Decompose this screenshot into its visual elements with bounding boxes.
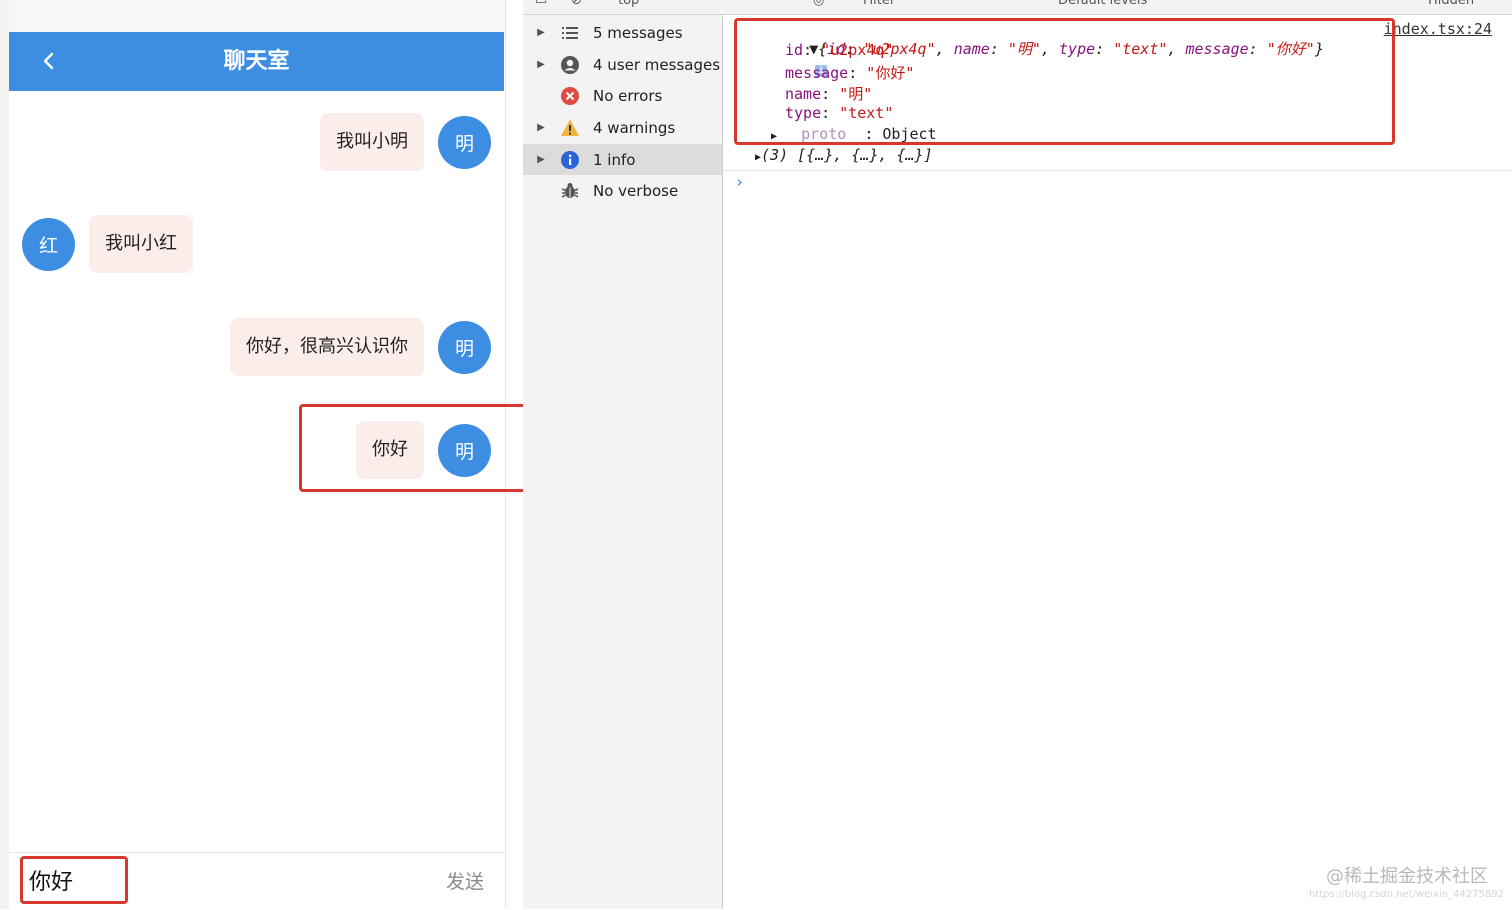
panel-layout-icon[interactable]: ▭ <box>535 0 547 8</box>
sidebar-item-label: 4 user messages <box>593 55 721 74</box>
chat-header: 聊天室 <box>9 32 504 91</box>
message-bubble: 你好 <box>356 421 424 479</box>
message-bubble: 你好，很高兴认识你 <box>230 318 424 376</box>
levels-dropdown[interactable]: Default levels <box>1058 0 1147 8</box>
sidebar-item-warnings[interactable]: ▶ 4 warnings <box>523 112 722 143</box>
message-row: 你好，很高兴认识你 明 <box>230 318 491 376</box>
avatar[interactable]: 明 <box>438 320 491 374</box>
sidebar-item-errors[interactable]: No errors <box>523 80 722 111</box>
expand-arrow-icon[interactable]: ▶ <box>531 122 551 133</box>
console-separator <box>723 170 1512 171</box>
devtools-console-panel: ▭ ⊘ top ◎ Filter Default levels Hidden ▶… <box>523 0 1512 909</box>
chat-title: 聊天室 <box>223 49 290 74</box>
input-bar: 发送 <box>9 852 504 910</box>
hidden-count: Hidden <box>1428 0 1475 8</box>
sidebar-item-label: No verbose <box>593 181 679 200</box>
prop-id: id: "u2px4q" <box>785 41 894 59</box>
sidebar-item-user-messages[interactable]: ▶ 4 user messages <box>523 49 722 80</box>
info-icon <box>559 149 581 171</box>
console-prompt-icon[interactable]: › <box>735 173 744 191</box>
message-row: 红 我叫小红 <box>22 215 193 273</box>
error-icon <box>559 85 581 107</box>
bug-icon <box>559 180 581 202</box>
devtools-toolbar: ▭ ⊘ top ◎ Filter Default levels Hidden <box>523 0 1512 15</box>
sidebar-item-verbose[interactable]: No verbose <box>523 175 722 206</box>
expand-arrow-icon[interactable]: ▶ <box>531 27 551 38</box>
message-bubble: 我叫小红 <box>89 215 193 273</box>
log-array-summary[interactable]: ▶(3) [{…}, {…}, {…}] <box>755 146 933 164</box>
prop-type: type: "text" <box>785 104 894 122</box>
sidebar-item-label: 4 warnings <box>593 118 676 137</box>
message-bubble: 我叫小明 <box>320 113 424 171</box>
prop-message: message: "你好" <box>785 64 915 82</box>
source-link[interactable]: index.tsx:24 <box>1384 20 1492 38</box>
watermark-url: https://blog.csdn.net/weixin_44275892 <box>1308 889 1504 900</box>
message-row: 你好 明 <box>356 421 491 479</box>
filter-input[interactable]: Filter <box>863 0 895 8</box>
user-icon <box>559 54 581 76</box>
avatar[interactable]: 明 <box>438 115 491 169</box>
prop-name: name: "明" <box>785 85 873 103</box>
message-input[interactable] <box>21 859 141 901</box>
avatar[interactable]: 红 <box>22 217 75 271</box>
message-row: 我叫小明 明 <box>320 113 491 171</box>
expand-arrow-icon[interactable]: ▶ <box>531 154 551 165</box>
settings-icon[interactable]: ◎ <box>813 0 824 8</box>
chat-phone-view: 聊天室 我叫小明 明 红 我叫小红 你好，很高兴认识你 明 你好 明 发送 <box>9 0 506 910</box>
console-sidebar: ▶ 5 messages ▶ 4 user messages No errors… <box>523 15 723 909</box>
context-selector[interactable]: top <box>618 0 639 8</box>
sidebar-item-label: No errors <box>593 86 663 105</box>
warning-icon <box>559 117 581 139</box>
sidebar-item-messages[interactable]: ▶ 5 messages <box>523 17 722 48</box>
prop-proto[interactable]: ▶ __proto__: Object <box>771 125 937 143</box>
sidebar-item-label: 5 messages <box>593 23 683 42</box>
list-icon <box>559 22 581 44</box>
sidebar-item-info[interactable]: ▶ 1 info <box>523 144 722 175</box>
console-output: index.tsx:24 ▼{id: "u2px4q", name: "明", … <box>723 15 1512 909</box>
expand-arrow-icon[interactable]: ▶ <box>531 59 551 70</box>
sidebar-item-label: 1 info <box>593 150 636 169</box>
phone-gutter <box>0 0 9 909</box>
avatar[interactable]: 明 <box>438 423 491 477</box>
watermark: @稀土掘金技术社区 <box>1326 866 1488 887</box>
clear-console-icon[interactable]: ⊘ <box>571 0 582 8</box>
expand-arrow-icon: ▶ <box>771 131 784 142</box>
phone-top-strip <box>9 0 505 33</box>
send-button[interactable]: 发送 <box>446 867 484 894</box>
